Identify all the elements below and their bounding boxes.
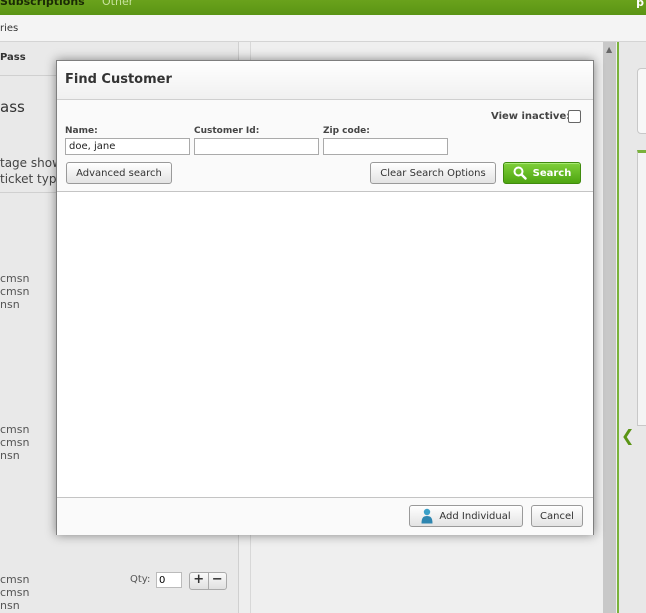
dialog-footer: Add Individual Cancel [57,497,593,535]
name-input[interactable] [65,138,190,155]
view-inactive-checkbox[interactable] [568,110,581,123]
clear-search-options-label: Clear Search Options [380,167,486,179]
customer-id-label: Customer Id: [194,126,260,136]
add-individual-label: Add Individual [439,510,511,522]
clear-search-options-button[interactable]: Clear Search Options [370,162,496,184]
customer-id-input[interactable] [194,138,319,155]
zip-code-input[interactable] [323,138,448,155]
find-customer-dialog: Find Customer View inactive: Name: Custo… [56,60,594,535]
person-icon [421,508,433,524]
advanced-search-button[interactable]: Advanced search [66,162,172,184]
cancel-button[interactable]: Cancel [531,505,583,527]
advanced-search-label: Advanced search [76,167,162,179]
search-form: View inactive: Name: Customer Id: Zip co… [57,100,593,192]
zip-code-label: Zip code: [323,126,370,136]
add-individual-button[interactable]: Add Individual [409,505,523,527]
search-button[interactable]: Search [503,162,581,184]
name-label: Name: [65,126,98,136]
search-results-area [57,192,593,497]
cancel-label: Cancel [540,510,574,522]
search-button-label: Search [532,167,572,179]
view-inactive-label: View inactive: [491,111,571,122]
dialog-header: Find Customer [57,61,593,100]
dialog-title: Find Customer [65,72,172,87]
magnifier-icon [513,166,527,180]
